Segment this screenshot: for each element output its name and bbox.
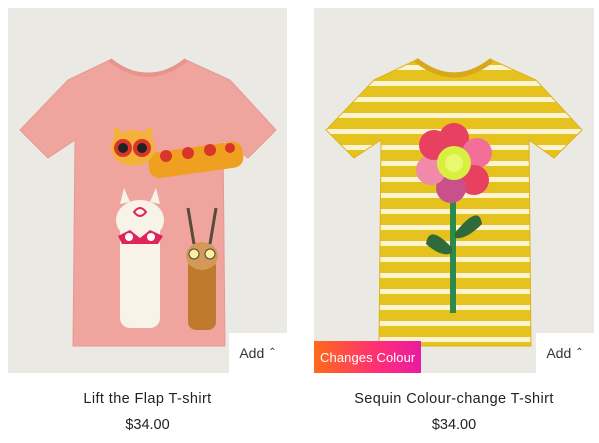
product-card[interactable]: Changes Colour Add ⌃ Sequin Colour-chang… xyxy=(314,8,594,433)
product-name[interactable]: Sequin Colour-change T-shirt xyxy=(314,391,594,407)
tshirt-yellow-stripe-flower-illustration xyxy=(325,58,583,347)
changes-colour-badge: Changes Colour xyxy=(314,341,422,373)
add-button[interactable]: Add ⌃ xyxy=(536,333,594,373)
product-name[interactable]: Lift the Flap T-shirt xyxy=(8,391,287,407)
product-price: $34.00 xyxy=(125,417,170,433)
chevron-up-icon: ⌃ xyxy=(575,347,584,358)
product-image[interactable]: Add ⌃ xyxy=(8,8,287,373)
add-button[interactable]: Add ⌃ xyxy=(229,333,287,373)
tshirt-pink-animals-illustration xyxy=(19,58,277,347)
chevron-up-icon: ⌃ xyxy=(268,347,277,358)
product-image[interactable]: Changes Colour Add ⌃ xyxy=(314,8,594,373)
add-label: Add xyxy=(546,345,572,361)
product-card[interactable]: Add ⌃ Lift the Flap T-shirt $34.00 xyxy=(8,8,287,433)
add-label: Add xyxy=(239,345,265,361)
product-price: $34.00 xyxy=(431,417,477,433)
